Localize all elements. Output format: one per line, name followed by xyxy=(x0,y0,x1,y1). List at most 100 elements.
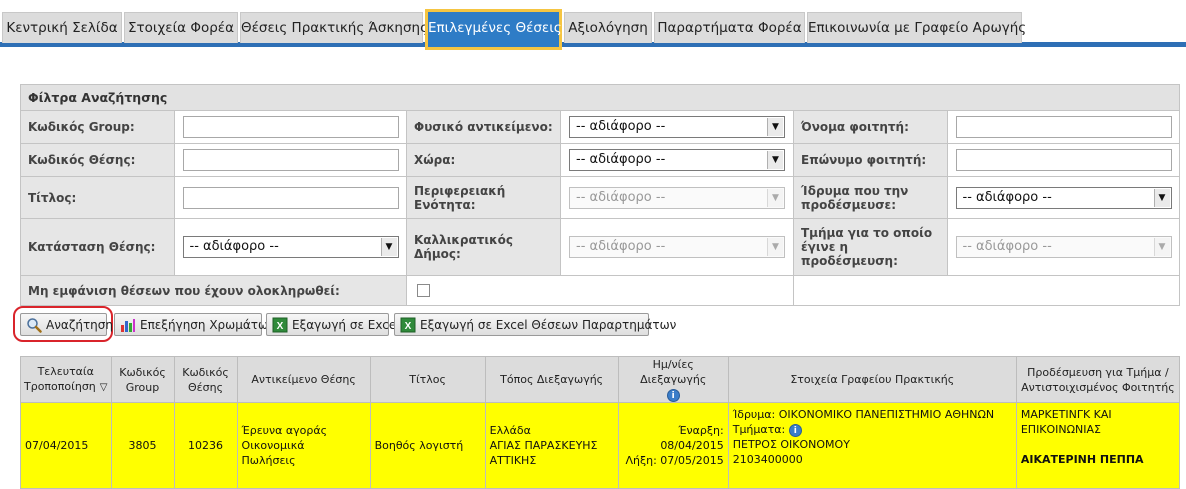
tab-internship-positions[interactable]: Θέσεις Πρακτικής Άσκησης xyxy=(240,12,428,43)
export-excel-branches-button-label: Εξαγωγή σε Excel Θέσεων Παραρτημάτων xyxy=(420,317,677,332)
assigned-student: ΑΙΚΑΤΕΡΙΝΗ ΠΕΠΠΑ xyxy=(1020,453,1144,466)
results-table: Τελευταία Τροποποίηση ▽ Κωδικός Group Κωδ… xyxy=(20,356,1181,489)
regional-unit-select: -- αδιάφορο -- ▼ xyxy=(569,186,785,209)
student-last-name-input[interactable] xyxy=(955,149,1172,171)
position-code-cell xyxy=(175,144,407,176)
status-cell: -- αδιάφορο -- ▼ xyxy=(175,219,407,275)
department-label: Τμήμα για το οποίο έγινε η προδέσμευση: xyxy=(794,219,948,275)
country-label: Χώρα: xyxy=(407,144,561,176)
position-code-label: Κωδικός Θέσης: xyxy=(21,144,175,176)
tab-home[interactable]: Κεντρική Σελίδα xyxy=(2,12,122,43)
dropdown-arrow-icon: ▼ xyxy=(1153,238,1170,256)
municipality-select: -- αδιάφορο -- ▼ xyxy=(569,236,785,258)
subject-line: Πωλήσεις xyxy=(241,454,296,467)
dropdown-arrow-icon: ▼ xyxy=(767,188,783,207)
institution-select[interactable]: -- αδιάφορο -- ▼ xyxy=(955,186,1172,209)
export-excel-branches-button[interactable]: X Εξαγωγή σε Excel Θέσεων Παραρτημάτων xyxy=(394,313,676,336)
municipality-cell: -- αδιάφορο -- ▼ xyxy=(561,219,794,275)
color-chart-icon xyxy=(120,317,136,333)
subject-line: Έρευνα αγοράς xyxy=(241,424,328,437)
cell-title: Βοηθός λογιστή xyxy=(369,402,486,489)
dropdown-arrow-icon: ▼ xyxy=(767,238,783,256)
department-select: -- αδιάφορο -- ▼ xyxy=(955,236,1172,258)
filters-title: Φίλτρα Αναζήτησης xyxy=(21,85,1179,111)
filter-row: Κωδικός Group: Φυσικό αντικείμενο: -- αδ… xyxy=(21,111,1179,144)
subject-line: Οικονομικά xyxy=(241,439,305,452)
tab-bar: Κεντρική Σελίδα Στοιχεία Φορέα Θέσεις Πρ… xyxy=(0,0,1186,50)
institution-cell: -- αδιάφορο -- ▼ xyxy=(948,177,1179,218)
header-position-code-label: Κωδικός Θέσης xyxy=(182,365,229,394)
tab-branches[interactable]: Παραρτήματα Φορέα xyxy=(654,12,805,43)
country-select[interactable]: -- αδιάφορο -- ▼ xyxy=(569,149,785,171)
cell-last-modified: 07/04/2015 xyxy=(20,402,112,489)
group-code-label: Κωδικός Group: xyxy=(21,111,175,143)
dropdown-arrow-icon: ▼ xyxy=(767,151,783,169)
department-cell: -- αδιάφορο -- ▼ xyxy=(948,219,1179,275)
tab-evaluation[interactable]: Αξιολόγηση xyxy=(564,12,652,43)
svg-text:X: X xyxy=(277,321,284,332)
header-last-modified-label: Τελευταία Τροποποίηση xyxy=(24,365,96,393)
header-preassignment-label: Προδέσμευση για Τμήμα / Αντιστοιχισμένος… xyxy=(1021,365,1175,394)
start-date: Έναρξη: 08/04/2015 xyxy=(660,424,724,452)
tab-helpdesk-contact[interactable]: Επικοινωνία με Γραφείο Αρωγής xyxy=(807,12,1026,43)
sort-desc-icon: ▽ xyxy=(99,382,108,393)
header-group-code: Κωδικός Group xyxy=(110,356,175,403)
location-line: ΑΤΤΙΚΗΣ xyxy=(489,454,537,467)
header-position-code: Κωδικός Θέσης xyxy=(173,356,238,403)
tab-organization-info[interactable]: Στοιχεία Φορέα xyxy=(124,12,238,43)
group-code-input[interactable] xyxy=(182,116,399,138)
department-line: ΜΑΡΚΕΤΙΝΓΚ ΚΑΙ xyxy=(1020,408,1112,421)
header-preassignment: Προδέσμευση για Τμήμα / Αντιστοιχισμένος… xyxy=(1015,356,1181,403)
search-button[interactable]: Αναζήτηση xyxy=(20,313,113,336)
cell-office-info: Ίδρυμα: ΟΙΚΟΝΟΜΙΚΟ ΠΑΝΕΠΙΣΤΗΜΙΟ ΑΘΗΝΩΝ Τ… xyxy=(727,402,1017,489)
status-select[interactable]: -- αδιάφορο -- ▼ xyxy=(182,236,399,258)
cell-location: Ελλάδα ΑΓΙΑΣ ΠΑΡΑΣΚΕΥΗΣ ΑΤΤΙΚΗΣ xyxy=(484,402,619,489)
office-departments: Τμήματα: i xyxy=(733,422,1012,437)
header-title-label: Τίτλος xyxy=(409,373,446,386)
hide-completed-label: Μη εμφάνιση θέσεων που έχουν ολοκληρωθεί… xyxy=(21,276,407,305)
student-first-name-input[interactable] xyxy=(955,116,1172,138)
regional-unit-label: Περιφερειακή Ενότητα: xyxy=(407,177,561,218)
table-row[interactable]: 07/04/2015 3805 10236 Έρευνα αγοράς Οικο… xyxy=(20,402,1181,489)
title-cell xyxy=(175,177,407,218)
header-subject: Αντικείμενο Θέσης xyxy=(236,356,371,403)
cell-position-code: 10236 xyxy=(173,402,238,489)
physical-object-label: Φυσικό αντικείμενο: xyxy=(407,111,561,143)
dropdown-arrow-icon: ▼ xyxy=(380,238,397,256)
country-cell: -- αδιάφορο -- ▼ xyxy=(561,144,794,176)
color-legend-button[interactable]: Επεξήγηση Χρωμάτων xyxy=(114,313,275,336)
physical-object-select[interactable]: -- αδιάφορο -- ▼ xyxy=(569,116,785,138)
cell-preassignment: ΜΑΡΚΕΤΙΝΓΚ ΚΑΙ ΕΠΙΚΟΙΝΩΝΙΑΣ ΑΙΚΑΤΕΡΙΝΗ Π… xyxy=(1015,402,1181,489)
dropdown-arrow-icon: ▼ xyxy=(1153,188,1170,207)
title-label: Τίτλος: xyxy=(21,177,175,218)
search-filters-panel: Φίλτρα Αναζήτησης Κωδικός Group: Φυσικό … xyxy=(20,84,1180,306)
header-dates-label: Ημ/νίες Διεξαγωγής xyxy=(640,358,707,386)
export-excel-button-label: Εξαγωγή σε Excel xyxy=(292,317,400,332)
header-subject-label: Αντικείμενο Θέσης xyxy=(251,373,356,386)
regional-unit-cell: -- αδιάφορο -- ▼ xyxy=(561,177,794,218)
position-code-input[interactable] xyxy=(182,149,399,171)
student-first-name-cell xyxy=(948,111,1179,143)
filter-row: Τίτλος: Περιφερειακή Ενότητα: -- αδιάφορ… xyxy=(21,177,1179,219)
info-icon[interactable]: i xyxy=(788,423,802,437)
info-icon[interactable]: i xyxy=(666,388,680,402)
export-excel-button[interactable]: X Εξαγωγή σε Excel xyxy=(266,313,400,336)
header-location-label: Τόπος Διεξαγωγής xyxy=(500,373,604,386)
header-last-modified[interactable]: Τελευταία Τροποποίηση ▽ xyxy=(20,356,112,403)
department-line: ΕΠΙΚΟΙΝΩΝΙΑΣ xyxy=(1020,423,1102,436)
office-departments-label: Τμήματα: xyxy=(732,423,786,436)
search-button-label: Αναζήτηση xyxy=(46,317,113,332)
location-line: Ελλάδα xyxy=(489,424,531,437)
municipality-label: Καλλικρατικός Δήμος: xyxy=(407,219,561,275)
color-legend-button-label: Επεξήγηση Χρωμάτων xyxy=(140,317,275,332)
dropdown-arrow-icon: ▼ xyxy=(767,118,783,136)
tab-selected-positions[interactable]: Επιλεγμένες Θέσεις xyxy=(425,9,562,50)
excel-icon: X xyxy=(272,317,288,333)
header-title: Τίτλος xyxy=(369,356,486,403)
hide-completed-checkbox[interactable] xyxy=(417,284,430,297)
table-header-row: Τελευταία Τροποποίηση ▽ Κωδικός Group Κωδ… xyxy=(20,356,1181,403)
end-date: Λήξη: 07/05/2015 xyxy=(625,454,724,467)
title-input[interactable] xyxy=(182,186,399,209)
empty-cell xyxy=(794,276,1179,305)
cell-group-code: 3805 xyxy=(110,402,175,489)
